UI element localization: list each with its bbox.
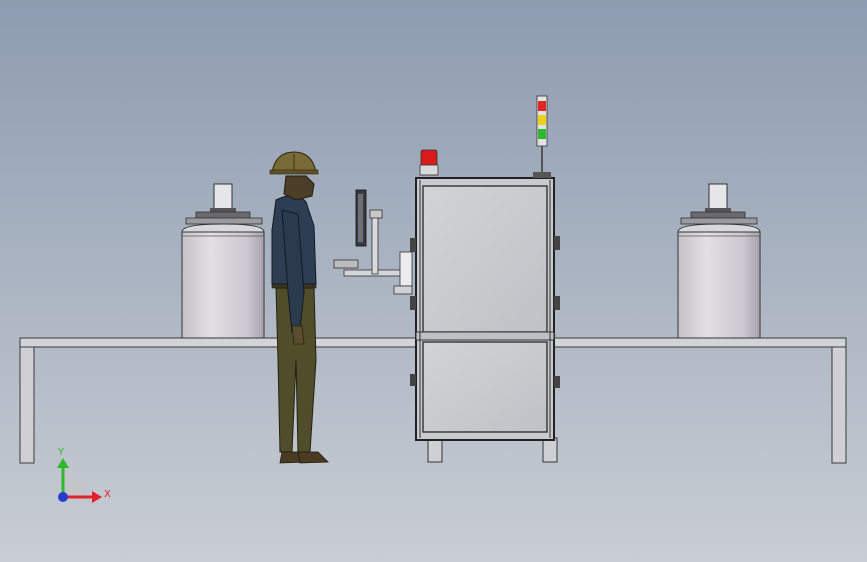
z-axis-dot bbox=[58, 492, 68, 502]
monitor-icon[interactable] bbox=[355, 189, 367, 247]
triad-plane bbox=[63, 473, 87, 497]
assembly-scene: Y X bbox=[19, 95, 847, 503]
cad-viewport[interactable]: Y X bbox=[0, 0, 867, 562]
machine-cabinet[interactable] bbox=[410, 177, 560, 463]
x-axis-arrow bbox=[92, 491, 102, 503]
tank-icon[interactable] bbox=[181, 183, 265, 339]
stack-light-segment bbox=[538, 115, 546, 125]
x-axis-label: X bbox=[104, 489, 111, 500]
stack-light-icon bbox=[533, 95, 551, 178]
monitor-arm[interactable] bbox=[333, 209, 413, 295]
beacon-icon bbox=[419, 149, 439, 176]
coordinate-triad[interactable]: Y X bbox=[57, 447, 111, 503]
stack-light-segment bbox=[538, 129, 546, 139]
worker-icon bbox=[269, 151, 329, 464]
y-axis-label: Y bbox=[57, 447, 65, 458]
tank-icon[interactable] bbox=[677, 183, 761, 339]
stack-light-segment bbox=[538, 101, 546, 111]
y-axis-arrow bbox=[57, 458, 69, 468]
